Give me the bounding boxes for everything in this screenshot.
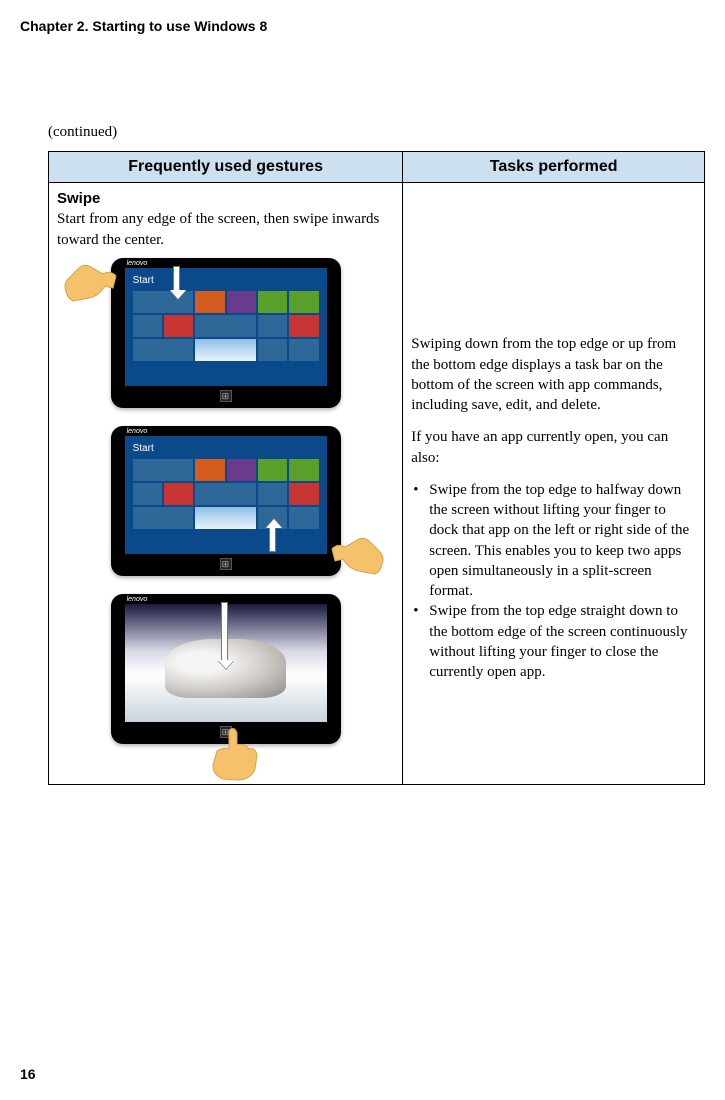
task-bullet-1: Swipe from the top edge to halfway down … (411, 480, 696, 602)
tablet-illustration-close-swipe: lenovo (111, 594, 341, 744)
header-tasks: Tasks performed (403, 152, 705, 183)
hand-icon (61, 256, 121, 311)
page-number: 16 (20, 1066, 36, 1082)
arrow-up-icon (269, 526, 276, 552)
start-label: Start (133, 274, 327, 288)
hand-icon (327, 529, 387, 584)
home-button-icon (220, 558, 232, 570)
hand-icon (203, 727, 263, 782)
task-paragraph-1: Swiping down from the top edge or up fro… (411, 334, 696, 415)
cell-tasks-swipe: Swiping down from the top edge or up fro… (403, 183, 705, 785)
tablet-illustrations: lenovo Start (57, 258, 394, 774)
gestures-table: Frequently used gestures Tasks performed… (48, 151, 705, 785)
tablet-illustration-bottom-swipe: lenovo Start (111, 426, 341, 576)
home-button-icon (220, 390, 232, 402)
task-paragraph-2: If you have an app currently open, you c… (411, 427, 696, 468)
continued-label: (continued) (48, 124, 705, 141)
chapter-heading: Chapter 2. Starting to use Windows 8 (20, 18, 705, 34)
gesture-description: Start from any edge of the screen, then … (57, 209, 394, 250)
cell-gesture-swipe: Swipe Start from any edge of the screen,… (49, 183, 403, 785)
arrow-down-icon (221, 602, 228, 662)
task-bullet-2: Swipe from the top edge straight down to… (411, 601, 696, 682)
header-gestures: Frequently used gestures (49, 152, 403, 183)
start-label: Start (133, 442, 327, 456)
gesture-name: Swipe (57, 189, 394, 209)
arrow-down-icon (173, 266, 180, 292)
tablet-illustration-top-swipe: lenovo Start (111, 258, 341, 408)
